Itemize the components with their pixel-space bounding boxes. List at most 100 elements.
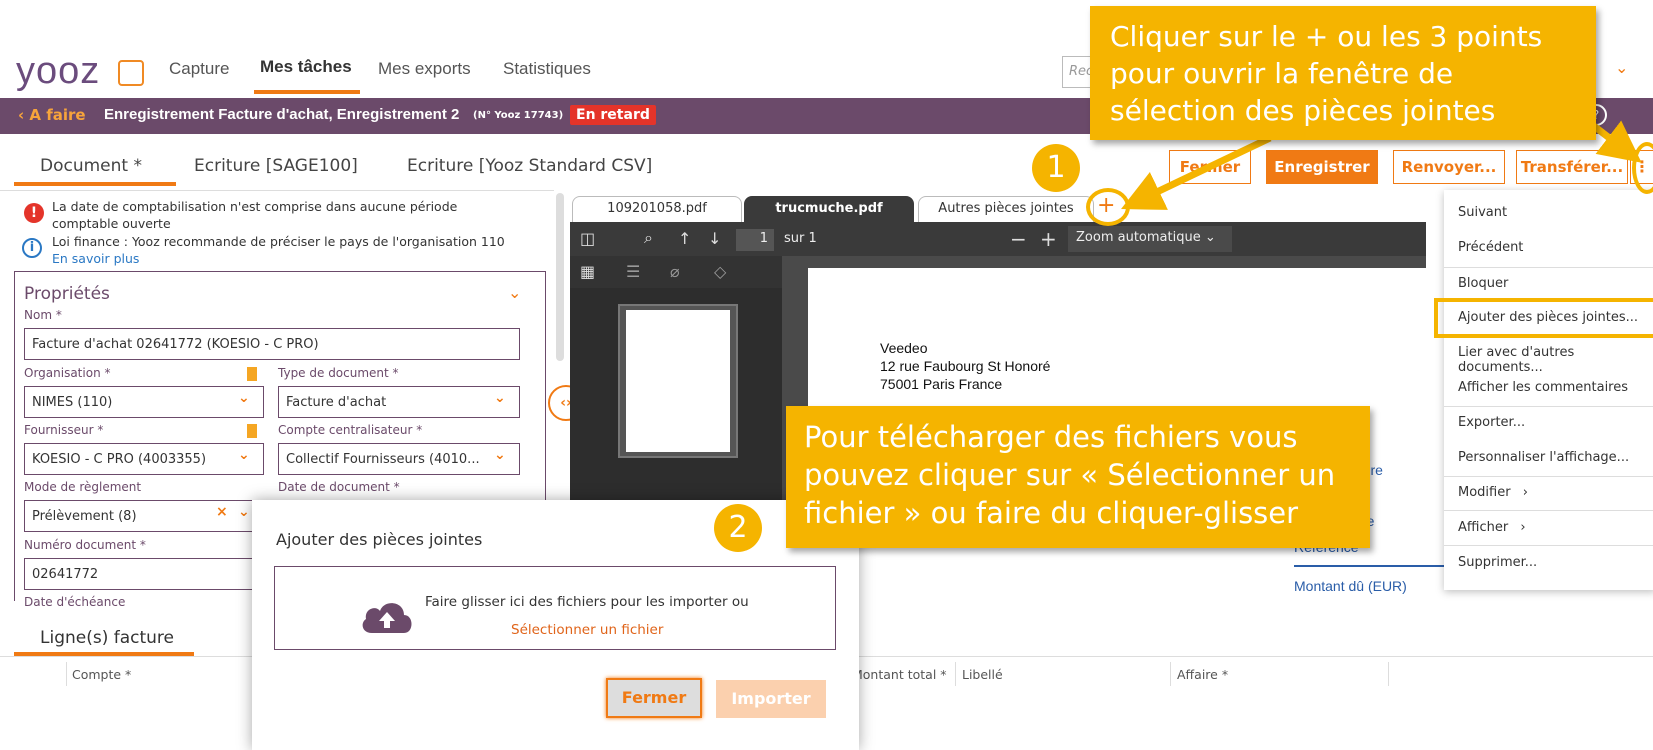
account-label: Compte centralisateur *	[278, 423, 423, 437]
doctype-select[interactable]: Facture d'achat	[278, 386, 520, 418]
tab-ecriture-yooz-csv[interactable]: Ecriture [Yooz Standard CSV]	[407, 156, 652, 176]
file-tab[interactable]: 109201058.pdf	[572, 196, 742, 222]
outline-icon[interactable]: ☰	[626, 262, 640, 281]
transfer-button[interactable]: Transférer...	[1516, 150, 1628, 184]
chevron-down-icon[interactable]: ⌄	[494, 447, 506, 463]
dialog-close-button[interactable]: Fermer	[606, 678, 702, 718]
column-divider	[1170, 662, 1171, 686]
yooz-number: (N° Yooz 17743)	[473, 110, 564, 121]
chevron-down-icon[interactable]: ⌄	[238, 390, 250, 406]
divider	[0, 190, 554, 191]
scrollbar[interactable]	[556, 193, 564, 361]
tab-invoice-lines[interactable]: Ligne(s) facture	[40, 628, 174, 648]
menu-item-label: Modifier	[1458, 485, 1511, 500]
chevron-down-icon[interactable]: ⌄	[238, 447, 250, 463]
supplier-select[interactable]: KOESIO - C PRO (4003355)	[24, 443, 264, 475]
pdf-toolbar	[570, 222, 1426, 256]
account-select[interactable]: Collectif Fournisseurs (4010...	[278, 443, 520, 475]
payment-select[interactable]: Prélèvement (8)	[24, 500, 264, 532]
arrow-down-icon[interactable]: ↓	[708, 229, 721, 248]
back-link[interactable]: ‹ A faire	[18, 106, 86, 124]
callout-instruction-1: Cliquer sur le + ou les 3 points pour ou…	[1090, 6, 1596, 140]
menu-item-export[interactable]: Exporter...	[1458, 415, 1525, 430]
yooz-logo[interactable]: yooz	[16, 50, 100, 93]
menu-item-modify[interactable]: Modifier ›	[1458, 485, 1528, 500]
info-icon: i	[22, 238, 42, 258]
name-field[interactable]: Facture d'achat 02641772 (KOESIO - C PRO…	[24, 328, 520, 360]
dialog-title: Ajouter des pièces jointes	[276, 530, 483, 549]
menu-item-show-comments[interactable]: Afficher les commentaires	[1458, 380, 1628, 395]
zoom-in-icon[interactable]: +	[1040, 227, 1057, 251]
menu-item-delete[interactable]: Supprimer...	[1458, 555, 1537, 570]
highlight-frame	[1434, 298, 1653, 338]
clear-icon[interactable]: ×	[216, 504, 228, 520]
menu-item-bloquer[interactable]: Bloquer	[1458, 276, 1508, 291]
import-button[interactable]: Importer	[716, 680, 826, 718]
save-button[interactable]: Enregistrer	[1266, 150, 1378, 184]
yooz-logo-icon	[118, 60, 144, 86]
arrow-up-icon[interactable]: ↑	[678, 229, 691, 248]
nav-mes-exports[interactable]: Mes exports	[378, 59, 471, 79]
org-select[interactable]: NIMES (110)	[24, 386, 264, 418]
zoom-label: Zoom automatique	[1076, 230, 1201, 245]
address-line: 75001 Paris France	[880, 376, 1003, 392]
divider	[1444, 406, 1653, 407]
highlight-ring	[1086, 188, 1130, 226]
highlight-ring	[1632, 142, 1653, 194]
menu-item-suivant[interactable]: Suivant	[1458, 205, 1507, 220]
properties-title: Propriétés	[24, 284, 110, 304]
column-header-label[interactable]: Libellé	[962, 667, 1003, 682]
nav-statistiques[interactable]: Statistiques	[503, 59, 591, 79]
page-number-input[interactable]: 1	[736, 229, 774, 251]
task-title: Enregistrement Facture d'achat, Enregist…	[104, 106, 460, 123]
chevron-right-icon: ›	[1520, 520, 1526, 535]
column-header-account[interactable]: Compte *	[72, 667, 131, 682]
sidebar-toggle-icon[interactable]: ◫	[580, 229, 595, 248]
nav-mes-taches[interactable]: Mes tâches	[260, 57, 352, 77]
divider	[1444, 476, 1653, 477]
info-link[interactable]: En savoir plus	[52, 251, 139, 266]
due-date-label: Date d'échéance	[24, 595, 126, 609]
close-button[interactable]: Fermer	[1169, 150, 1251, 184]
chevron-down-icon[interactable]: ⌄	[494, 390, 506, 406]
tab-ecriture-sage[interactable]: Ecriture [SAGE100]	[194, 156, 358, 176]
menu-item-precedent[interactable]: Précédent	[1458, 240, 1523, 255]
bookmark-icon[interactable]	[247, 424, 257, 438]
file-tab-active[interactable]: trucmuche.pdf	[744, 196, 914, 222]
info-text: Loi finance : Yooz recommande de précise…	[52, 234, 505, 249]
attachment-icon[interactable]: ⌀	[670, 262, 680, 281]
nav-active-indicator	[254, 90, 360, 94]
chevron-down-icon[interactable]: ⌄	[238, 504, 250, 520]
step-badge: 1	[1032, 144, 1080, 192]
chevron-down-icon[interactable]: ⌄	[508, 283, 521, 302]
chevron-left-icon: ‹	[18, 106, 30, 124]
back-label: A faire	[29, 106, 86, 124]
status-badge: En retard	[570, 105, 656, 125]
thumbnails-icon[interactable]: ▦	[580, 262, 595, 281]
resend-button[interactable]: Renvoyer...	[1393, 150, 1505, 184]
tab-document[interactable]: Document *	[40, 156, 142, 176]
docnum-field[interactable]: 02641772	[24, 558, 264, 590]
supplier-label: Fournisseur *	[24, 423, 104, 437]
chevron-down-icon[interactable]: ⌄	[1615, 58, 1628, 77]
file-tab-attachments[interactable]: Autres pièces jointes	[918, 196, 1094, 222]
layers-icon[interactable]: ◇	[714, 262, 726, 281]
zoom-out-icon[interactable]: −	[1010, 227, 1027, 251]
cloud-upload-icon	[362, 603, 412, 633]
search-icon[interactable]: ⌕	[644, 228, 653, 248]
doctype-label: Type de document *	[278, 366, 399, 380]
bookmark-icon[interactable]	[247, 367, 257, 381]
menu-item-customize[interactable]: Personnaliser l'affichage...	[1458, 450, 1629, 465]
divider	[1444, 510, 1653, 511]
select-file-link[interactable]: Sélectionner un fichier	[511, 622, 663, 638]
zoom-select[interactable]: Zoom automatique ⌄	[1068, 226, 1232, 252]
nav-capture[interactable]: Capture	[169, 59, 229, 79]
menu-item-link-documents[interactable]: Lier avec d'autres documents...	[1458, 345, 1653, 375]
column-header-project[interactable]: Affaire *	[1177, 667, 1228, 682]
org-label: Organisation *	[24, 366, 111, 380]
menu-item-display[interactable]: Afficher ›	[1458, 520, 1526, 535]
column-header-total[interactable]: Montant total *	[852, 667, 947, 682]
docnum-label: Numéro document *	[24, 538, 146, 552]
page-count: sur 1	[784, 231, 817, 246]
callout-instruction-2: Pour télécharger des fichiers vous pouve…	[786, 406, 1370, 548]
